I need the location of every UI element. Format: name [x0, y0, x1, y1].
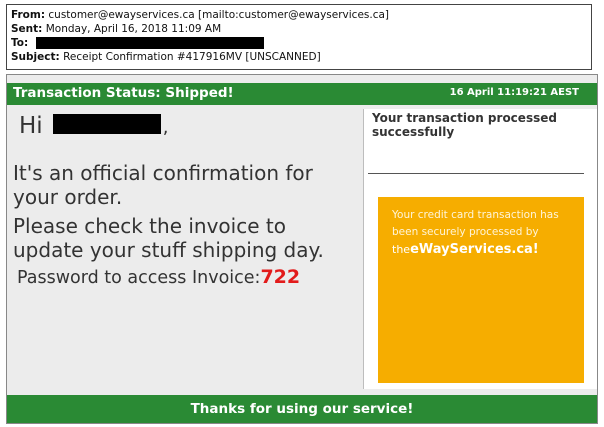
message-line-1: It's an official confirmation for [13, 161, 313, 185]
subject-label: Subject: [11, 51, 60, 63]
message-pane: Hi, It's an official confirmation for yo… [7, 109, 364, 389]
name-redacted-block [52, 114, 161, 134]
to-redacted-block [35, 37, 264, 49]
subject-value: Receipt Confirmation #417916MV [UNSCANNE… [63, 51, 321, 63]
subject-line: Subject: Receipt Confirmation #417916MV … [11, 50, 587, 64]
greeting-comma: , [162, 117, 169, 138]
status-bar: Transaction Status: Shipped! 16 April 11… [7, 83, 597, 105]
processing-notice: Your credit card transaction has been se… [392, 207, 578, 259]
password-line: Password to access Invoice:722 [17, 265, 300, 290]
message-line-2: your order. [13, 185, 123, 209]
to-line: To: [11, 36, 587, 50]
footer-text: Thanks for using our service! [190, 401, 414, 417]
password-code: 722 [260, 266, 301, 288]
message-line-4: update your stuff shipping day. [13, 238, 324, 262]
greeting-text: Hi [19, 113, 43, 139]
footer-bar: Thanks for using our service! [7, 395, 597, 423]
brand-prefix: the [392, 243, 411, 256]
sent-value: Monday, April 16, 2018 11:09 AM [45, 23, 222, 35]
email-view: From: customer@ewayservices.ca [mailto:c… [0, 0, 604, 427]
to-label: To: [11, 37, 29, 49]
processing-notice-box: Your credit card transaction has been se… [378, 197, 584, 383]
greeting: Hi, [19, 113, 168, 139]
right-pane: Your transaction processed successfully … [364, 109, 597, 389]
email-body: Transaction Status: Shipped! 16 April 11… [6, 74, 598, 424]
from-line: From: customer@ewayservices.ca [mailto:c… [11, 8, 587, 22]
from-value[interactable]: customer@ewayservices.ca [mailto:custome… [48, 9, 389, 21]
brand-name: eWayServices.ca! [410, 242, 539, 257]
processing-notice-text: Your credit card transaction has been se… [392, 209, 559, 238]
status-date: 16 April 11:19:21 AEST [449, 87, 579, 98]
sent-label: Sent: [11, 23, 43, 35]
sent-line: Sent: Monday, April 16, 2018 11:09 AM [11, 22, 587, 36]
divider [368, 173, 584, 174]
status-title: Transaction Status: Shipped! [13, 85, 234, 101]
email-header: From: customer@ewayservices.ca [mailto:c… [6, 4, 592, 70]
from-label: From: [11, 9, 46, 21]
message-line-3: Please check the invoice to [13, 214, 286, 238]
password-label: Password to access Invoice: [17, 268, 261, 288]
processed-message: Your transaction processed successfully [372, 111, 557, 139]
